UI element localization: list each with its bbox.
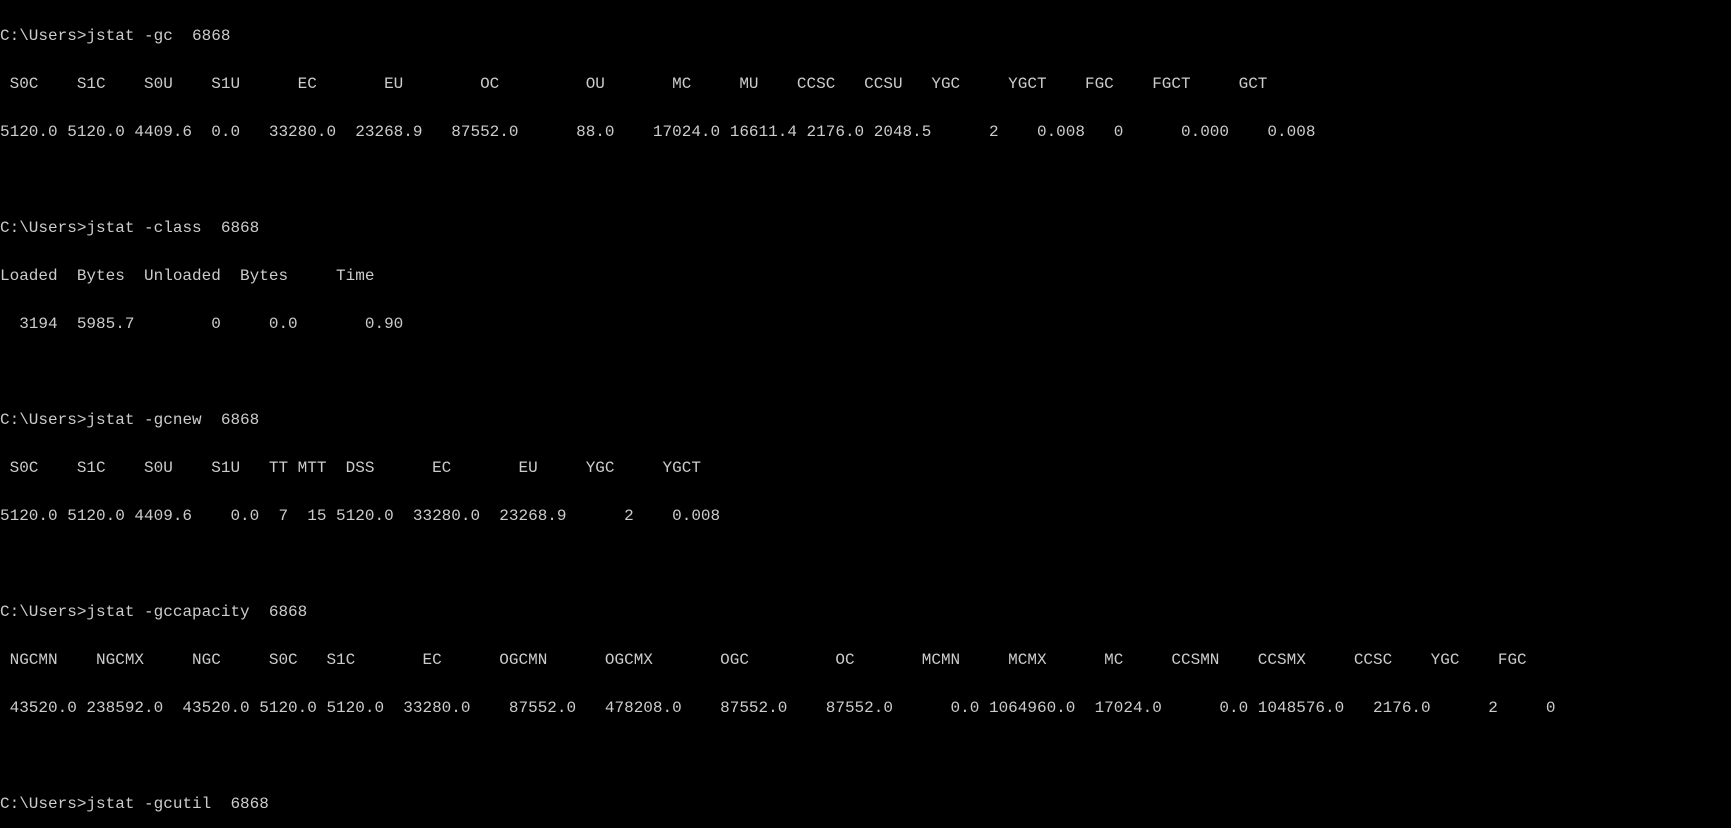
command-text: jstat -class 6868 xyxy=(86,219,259,237)
output-values: 43520.0 238592.0 43520.0 5120.0 5120.0 3… xyxy=(0,696,1731,720)
output-header: S0C S1C S0U S1U TT MTT DSS EC EU YGC YGC… xyxy=(0,456,1731,480)
output-values: 3194 5985.7 0 0.0 0.90 xyxy=(0,312,1731,336)
prompt: C:\Users> xyxy=(0,795,86,813)
prompt: C:\Users> xyxy=(0,219,86,237)
command-text: jstat -gcnew 6868 xyxy=(86,411,259,429)
terminal-output[interactable]: C:\Users>jstat -gc 6868 S0C S1C S0U S1U … xyxy=(0,0,1731,828)
output-header: Loaded Bytes Unloaded Bytes Time xyxy=(0,264,1731,288)
blank-line xyxy=(0,744,1731,768)
prompt-line: C:\Users>jstat -gcnew 6868 xyxy=(0,408,1731,432)
blank-line xyxy=(0,168,1731,192)
blank-line xyxy=(0,552,1731,576)
prompt-line: C:\Users>jstat -gc 6868 xyxy=(0,24,1731,48)
prompt-line: C:\Users>jstat -class 6868 xyxy=(0,216,1731,240)
blank-line xyxy=(0,360,1731,384)
output-values: 5120.0 5120.0 4409.6 0.0 33280.0 23268.9… xyxy=(0,120,1731,144)
output-header: NGCMN NGCMX NGC S0C S1C EC OGCMN OGCMX O… xyxy=(0,648,1731,672)
command-text: jstat -gcutil 6868 xyxy=(86,795,268,813)
prompt-line: C:\Users>jstat -gccapacity 6868 xyxy=(0,600,1731,624)
prompt: C:\Users> xyxy=(0,603,86,621)
command-text: jstat -gccapacity 6868 xyxy=(86,603,307,621)
output-values: 5120.0 5120.0 4409.6 0.0 7 15 5120.0 332… xyxy=(0,504,1731,528)
prompt-line: C:\Users>jstat -gcutil 6868 xyxy=(0,792,1731,816)
prompt: C:\Users> xyxy=(0,411,86,429)
prompt: C:\Users> xyxy=(0,27,86,45)
command-text: jstat -gc 6868 xyxy=(86,27,230,45)
output-header: S0C S1C S0U S1U EC EU OC OU MC MU CCSC C… xyxy=(0,72,1731,96)
